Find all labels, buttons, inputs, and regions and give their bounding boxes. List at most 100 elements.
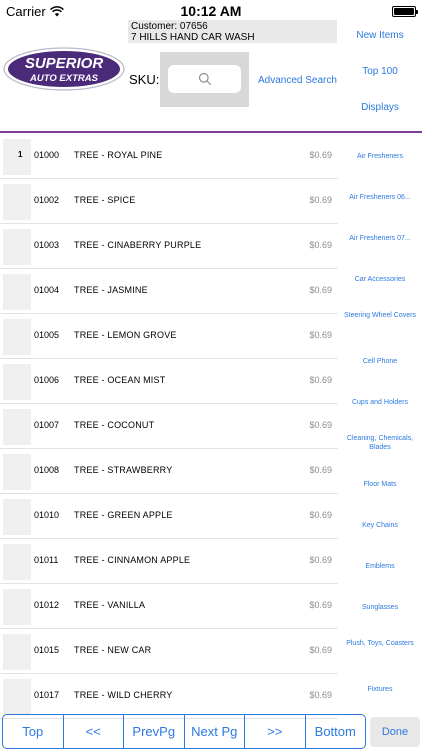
product-sku: 01007 xyxy=(34,420,60,430)
sku-search-field[interactable] xyxy=(168,65,241,93)
product-sku: 01017 xyxy=(34,690,60,700)
product-name: TREE - OCEAN MIST xyxy=(74,375,166,385)
product-sku: 01015 xyxy=(34,645,60,655)
category-cleaning-chemicals-blades[interactable]: Cleaning, Chemicals, Blades xyxy=(340,434,420,452)
product-name: TREE - CINABERRY PURPLE xyxy=(74,240,202,250)
category-emblems[interactable]: Emblems xyxy=(340,562,420,571)
pager-forward-button[interactable]: >> xyxy=(245,715,306,748)
product-price: $0.69 xyxy=(309,510,332,520)
product-thumbnail xyxy=(3,139,31,175)
product-row[interactable]: 01010 TREE - GREEN APPLE $0.69 xyxy=(0,494,338,539)
pager-next-page-button[interactable]: Next Pg xyxy=(185,715,245,748)
product-sku: 01011 xyxy=(34,555,59,565)
logo-text-auto-extras: AUTO EXTRAS xyxy=(29,73,99,84)
product-row[interactable]: 01012 TREE - VANILLA $0.69 xyxy=(0,584,338,629)
product-price: $0.69 xyxy=(309,240,332,250)
superior-auto-extras-logo: SUPERIOR AUTO EXTRAS xyxy=(3,47,125,91)
product-name: TREE - CINNAMON APPLE xyxy=(74,555,191,565)
status-bar: Carrier 10:12 AM xyxy=(0,0,422,22)
product-price: $0.69 xyxy=(309,555,332,565)
category-air-fresheners-06[interactable]: Air Fresheners 06... xyxy=(340,193,420,202)
nav-displays[interactable]: Displays xyxy=(338,102,422,113)
product-price: $0.69 xyxy=(309,375,332,385)
header-divider xyxy=(0,131,422,133)
product-row[interactable]: 01005 TREE - LEMON GROVE $0.69 xyxy=(0,314,338,359)
product-row[interactable]: 1 01000 TREE - ROYAL PINE $0.69 xyxy=(0,134,338,179)
customer-info: Customer: 07656 7 HILLS HAND CAR WASH xyxy=(128,20,337,43)
category-car-accessories[interactable]: Car Accessories xyxy=(340,275,420,284)
product-price: $0.69 xyxy=(309,465,332,475)
product-row[interactable]: 01008 TREE - STRAWBERRY $0.69 xyxy=(0,449,338,494)
product-sku: 01012 xyxy=(34,600,60,610)
product-price: $0.69 xyxy=(309,420,332,430)
product-price: $0.69 xyxy=(309,690,332,700)
category-cell-phone[interactable]: Cell Phone xyxy=(340,357,420,366)
product-thumbnail xyxy=(3,229,31,265)
product-sku: 01003 xyxy=(34,240,60,250)
customer-number: Customer: 07656 xyxy=(131,21,208,32)
product-name: TREE - SPICE xyxy=(74,195,136,205)
bottom-toolbar: Top << PrevPg Next Pg >> Bottom Done xyxy=(0,713,422,750)
category-key-chains[interactable]: Key Chains xyxy=(340,521,420,530)
product-name: TREE - STRAWBERRY xyxy=(74,465,173,475)
product-name: TREE - VANILLA xyxy=(74,600,146,610)
product-price: $0.69 xyxy=(309,645,332,655)
product-row[interactable]: 01002 TREE - SPICE $0.69 xyxy=(0,179,338,224)
category-floor-mats[interactable]: Floor Mats xyxy=(340,480,420,489)
product-name: TREE - ROYAL PINE xyxy=(74,150,163,160)
product-sku: 01004 xyxy=(34,285,60,295)
product-price: $0.69 xyxy=(309,150,332,160)
nav-top-100[interactable]: Top 100 xyxy=(338,66,422,77)
category-fixtures[interactable]: Fixtures xyxy=(340,685,420,694)
product-thumbnail xyxy=(3,544,31,580)
product-name: TREE - NEW CAR xyxy=(74,645,152,655)
category-plush-toys-coasters[interactable]: Plush, Toys, Coasters xyxy=(340,639,420,648)
product-row[interactable]: 01007 TREE - COCONUT $0.69 xyxy=(0,404,338,449)
product-name: TREE - WILD CHERRY xyxy=(74,690,173,700)
category-sunglasses[interactable]: Sunglasses xyxy=(340,603,420,612)
product-thumbnail xyxy=(3,499,31,535)
product-row[interactable]: 01003 TREE - CINABERRY PURPLE $0.69 xyxy=(0,224,338,269)
product-price: $0.69 xyxy=(309,600,332,610)
product-thumbnail xyxy=(3,589,31,625)
pager-top-button[interactable]: Top xyxy=(3,715,64,748)
product-thumbnail xyxy=(3,454,31,490)
category-air-fresheners-07[interactable]: Air Fresheners 07... xyxy=(340,234,420,243)
category-steering-wheel-covers[interactable]: Steering Wheel Covers xyxy=(340,311,420,320)
product-row[interactable]: 01004 TREE - JASMINE $0.69 xyxy=(0,269,338,314)
product-price: $0.69 xyxy=(309,330,332,340)
product-row[interactable]: 01011 TREE - CINNAMON APPLE $0.69 xyxy=(0,539,338,584)
product-row[interactable]: 01015 TREE - NEW CAR $0.69 xyxy=(0,629,338,674)
sku-label: SKU: xyxy=(129,72,160,87)
battery-icon xyxy=(392,6,418,17)
pager-prev-page-button[interactable]: PrevPg xyxy=(124,715,185,748)
product-quantity: 1 xyxy=(18,150,23,159)
category-air-fresheners[interactable]: Air Fresheners xyxy=(340,152,420,161)
product-row[interactable]: 01006 TREE - OCEAN MIST $0.69 xyxy=(0,359,338,404)
done-button[interactable]: Done xyxy=(370,717,420,747)
product-thumbnail xyxy=(3,409,31,445)
category-cups-and-holders[interactable]: Cups and Holders xyxy=(340,398,420,407)
product-sku: 01000 xyxy=(34,150,60,160)
logo-text-superior: SUPERIOR xyxy=(25,55,104,72)
product-name: TREE - JASMINE xyxy=(74,285,148,295)
product-name: TREE - GREEN APPLE xyxy=(74,510,173,520)
pager-control: Top << PrevPg Next Pg >> Bottom xyxy=(2,714,366,749)
customer-name: 7 HILLS HAND CAR WASH xyxy=(131,32,255,43)
product-thumbnail xyxy=(3,364,31,400)
nav-new-items[interactable]: New Items xyxy=(338,30,422,41)
product-thumbnail xyxy=(3,679,31,715)
product-thumbnail xyxy=(3,274,31,310)
advanced-search-link[interactable]: Advanced Search xyxy=(258,75,337,86)
product-price: $0.69 xyxy=(309,195,332,205)
search-icon xyxy=(198,72,211,86)
product-thumbnail xyxy=(3,184,31,220)
product-sku: 01006 xyxy=(34,375,60,385)
status-time: 10:12 AM xyxy=(180,3,242,19)
product-thumbnail xyxy=(3,319,31,355)
pager-rewind-button[interactable]: << xyxy=(64,715,124,748)
product-thumbnail xyxy=(3,634,31,670)
pager-bottom-button[interactable]: Bottom xyxy=(306,715,366,748)
product-sku: 01005 xyxy=(34,330,60,340)
product-price: $0.69 xyxy=(309,285,332,295)
